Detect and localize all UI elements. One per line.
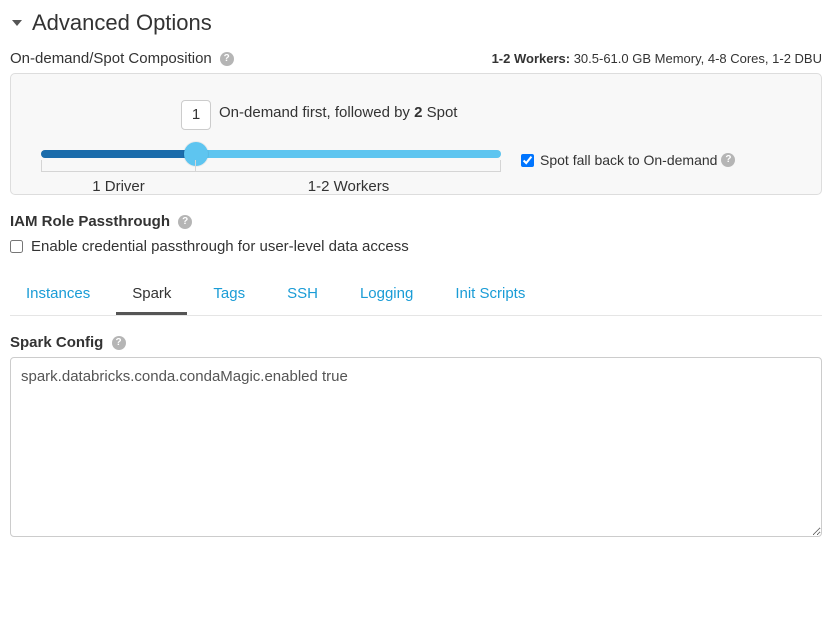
advanced-options-header[interactable]: Advanced Options	[10, 10, 822, 36]
iam-section: IAM Role Passthrough ?	[10, 213, 822, 230]
composition-slider[interactable]: 1 On-demand first, followed by 2 Spot 1 …	[41, 100, 501, 180]
spot-fallback-checkbox[interactable]	[521, 154, 534, 167]
iam-checkbox-row: Enable credential passthrough for user-l…	[10, 238, 822, 255]
workers-summary-prefix: 1-2 Workers:	[492, 51, 571, 66]
range-marks	[41, 160, 501, 172]
slider-value-box[interactable]: 1	[181, 100, 211, 130]
tab-instances[interactable]: Instances	[10, 275, 106, 315]
iam-passthrough-label[interactable]: Enable credential passthrough for user-l…	[31, 238, 409, 255]
tab-tags[interactable]: Tags	[197, 275, 261, 315]
iam-title-row: IAM Role Passthrough ?	[10, 213, 822, 230]
caret-down-icon	[12, 20, 22, 26]
spot-fallback-row: Spot fall back to On-demand ?	[521, 152, 735, 168]
tab-ssh[interactable]: SSH	[271, 275, 334, 315]
workers-summary-rest: 30.5-61.0 GB Memory, 4-8 Cores, 1-2 DBU	[570, 51, 822, 66]
tab-logging[interactable]: Logging	[344, 275, 429, 315]
tab-spark[interactable]: Spark	[116, 275, 187, 315]
iam-passthrough-checkbox[interactable]	[10, 240, 23, 253]
composition-label: On-demand/Spot Composition	[10, 50, 212, 67]
workers-range-label: 1-2 Workers	[196, 178, 501, 195]
slider-fill-ondemand	[41, 150, 196, 158]
help-icon[interactable]: ?	[178, 215, 192, 229]
composition-label-wrap: On-demand/Spot Composition ?	[10, 50, 234, 67]
iam-title: IAM Role Passthrough	[10, 213, 170, 230]
workers-summary: 1-2 Workers: 30.5-61.0 GB Memory, 4-8 Co…	[492, 51, 822, 66]
driver-range-label: 1 Driver	[41, 178, 196, 195]
spark-config-label: Spark Config	[10, 334, 103, 351]
slider-caption: On-demand first, followed by 2 Spot	[219, 104, 457, 121]
spot-fallback-label[interactable]: Spot fall back to On-demand	[540, 152, 717, 168]
slider-row: 1 On-demand first, followed by 2 Spot 1 …	[41, 100, 791, 180]
tabs: InstancesSparkTagsSSHLoggingInit Scripts	[10, 275, 822, 316]
tab-init-scripts[interactable]: Init Scripts	[439, 275, 541, 315]
slider-fill-spot	[196, 150, 501, 158]
help-icon[interactable]: ?	[220, 52, 234, 66]
composition-row: On-demand/Spot Composition ? 1-2 Workers…	[10, 50, 822, 67]
spark-config-textarea[interactable]	[10, 357, 822, 537]
help-icon[interactable]: ?	[721, 153, 735, 167]
help-icon[interactable]: ?	[112, 336, 126, 350]
section-title: Advanced Options	[32, 10, 212, 36]
range-labels: 1 Driver 1-2 Workers	[41, 178, 501, 195]
composition-panel: 1 On-demand first, followed by 2 Spot 1 …	[10, 73, 822, 195]
spark-config-label-row: Spark Config ?	[10, 334, 822, 351]
